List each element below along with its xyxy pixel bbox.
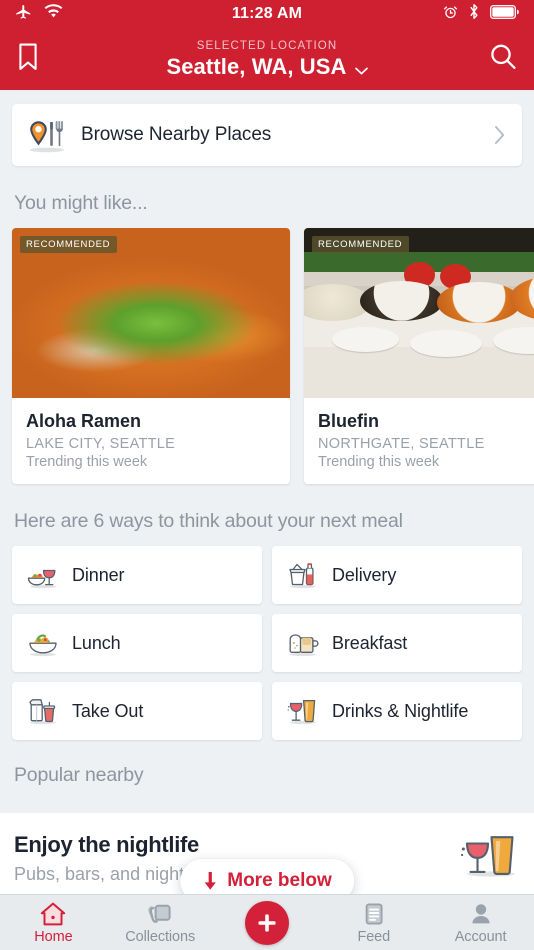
paper-bag-cup-icon [26, 695, 60, 727]
search-button[interactable] [488, 42, 518, 77]
nightlife-text-block: Enjoy the nightlife Pubs, bars, and nigh… [14, 831, 207, 887]
salad-bowl-icon [26, 627, 60, 659]
status-bar: 11:28 AM [0, 0, 534, 28]
restaurant-location: LAKE CITY, SEATTLE [26, 436, 176, 452]
wine-beer-icon [460, 831, 520, 879]
main-scroll-area[interactable]: Browse Nearby Places You might like... R… [0, 90, 534, 894]
more-below-button[interactable]: More below [180, 859, 354, 894]
popular-nearby-band: Enjoy the nightlife Pubs, bars, and nigh… [0, 813, 534, 894]
restaurant-name: Bluefin [318, 411, 379, 431]
tab-home[interactable]: Home [0, 895, 107, 950]
more-below-label: More below [227, 870, 332, 891]
restaurant-note: Trending this week [318, 454, 440, 470]
tab-collections[interactable]: Collections [107, 895, 214, 950]
toast-coffee-icon [286, 627, 320, 659]
tab-label: Home [34, 928, 73, 945]
browse-nearby-places-label: Browse Nearby Places [81, 124, 272, 145]
recommended-card-image: RECOMMENDED [304, 228, 534, 398]
bookmark-icon [16, 42, 40, 77]
nightlife-subhead: Pubs, bars, and nightlife [14, 864, 208, 884]
add-fab[interactable] [244, 900, 289, 945]
tab-account[interactable]: Account [427, 895, 534, 950]
restaurant-name: Aloha Ramen [26, 411, 142, 431]
meal-option-breakfast[interactable]: Breakfast [272, 614, 522, 672]
meal-option-delivery[interactable]: Delivery [272, 546, 522, 604]
recommended-card-image: RECOMMENDED [12, 228, 290, 398]
plus-icon [256, 912, 278, 934]
meal-option-label: Lunch [72, 632, 121, 653]
you-might-like-title: You might like... [14, 192, 148, 214]
recommended-card[interactable]: RECOMMENDED Aloha Ramen LAKE CITY, SEATT… [12, 228, 290, 484]
recommended-card[interactable]: RECOMMENDED Bluefin NORTHGATE, SEATTLE T… [304, 228, 534, 484]
chevron-right-icon [494, 125, 506, 145]
location-eyebrow: SELECTED LOCATION [196, 39, 338, 52]
arrow-down-icon [202, 872, 218, 890]
tab-label: Feed [357, 928, 391, 945]
popular-nearby-title: Popular nearby [14, 764, 144, 786]
airplane-mode-icon [14, 3, 33, 26]
nav-bar: SELECTED LOCATION Seattle, WA, USA [0, 28, 534, 90]
browse-nearby-places-card[interactable]: Browse Nearby Places [12, 104, 522, 166]
plate-wine-icon [26, 559, 60, 591]
battery-icon [489, 4, 520, 24]
feed-icon [360, 901, 388, 927]
chevron-down-icon [354, 62, 368, 75]
map-pin-cutlery-icon [26, 116, 68, 154]
buffet-bowls-photo [304, 228, 534, 398]
browse-nearby-places-row[interactable]: Browse Nearby Places [12, 104, 522, 166]
bluetooth-icon [468, 3, 480, 25]
tab-label: Account [454, 928, 507, 945]
location-title: Seattle, WA, USA [166, 53, 347, 79]
meal-option-dinner[interactable]: Dinner [12, 546, 262, 604]
recommended-badge: RECOMMENDED [312, 236, 410, 253]
takeout-box-bottle-icon [286, 559, 320, 591]
meal-option-lunch[interactable]: Lunch [12, 614, 262, 672]
meal-option-label: Dinner [72, 564, 125, 585]
app-root: 11:28 AM SELECTED LOCATION Seattle, WA, … [0, 0, 534, 950]
wifi-icon [44, 4, 63, 24]
status-bar-left [14, 3, 63, 26]
recommended-card-body: Aloha Ramen LAKE CITY, SEATTLE Trending … [12, 398, 290, 484]
meal-ways-title: Here are 6 ways to think about your next… [14, 510, 403, 532]
recommended-badge: RECOMMENDED [20, 236, 118, 253]
ramen-bowl-photo [12, 228, 290, 398]
meal-option-label: Take Out [72, 700, 144, 721]
meal-option-label: Breakfast [332, 632, 408, 653]
restaurant-note: Trending this week [26, 454, 148, 470]
meal-option-label: Delivery [332, 564, 397, 585]
location-selector[interactable]: SELECTED LOCATION Seattle, WA, USA [0, 28, 534, 90]
add-button[interactable] [214, 895, 321, 950]
search-icon [488, 42, 518, 77]
status-bar-right [443, 3, 520, 25]
meal-options-grid: Dinner Delivery Lunch Breakfast Take Out… [0, 546, 534, 740]
meal-option-drinks-nightlife[interactable]: Drinks & Nightlife [272, 682, 522, 740]
layers-icon [146, 901, 174, 927]
nightlife-headline: Enjoy the nightlife [14, 832, 199, 857]
wine-beer-icon [286, 695, 320, 727]
location-title-row[interactable]: Seattle, WA, USA [166, 53, 368, 80]
person-icon [467, 901, 495, 927]
meal-option-take-out[interactable]: Take Out [12, 682, 262, 740]
home-icon [39, 901, 67, 927]
meal-option-label: Drinks & Nightlife [332, 700, 469, 721]
tab-feed[interactable]: Feed [320, 895, 427, 950]
alarm-icon [443, 4, 458, 25]
restaurant-location: NORTHGATE, SEATTLE [318, 436, 485, 452]
tab-label: Collections [125, 928, 196, 945]
bookmark-button[interactable] [16, 42, 40, 77]
tab-bar: Home Collections Feed Account [0, 894, 534, 950]
recommended-cards-strip[interactable]: RECOMMENDED Aloha Ramen LAKE CITY, SEATT… [0, 228, 534, 484]
recommended-card-body: Bluefin NORTHGATE, SEATTLE Trending this… [304, 398, 534, 484]
